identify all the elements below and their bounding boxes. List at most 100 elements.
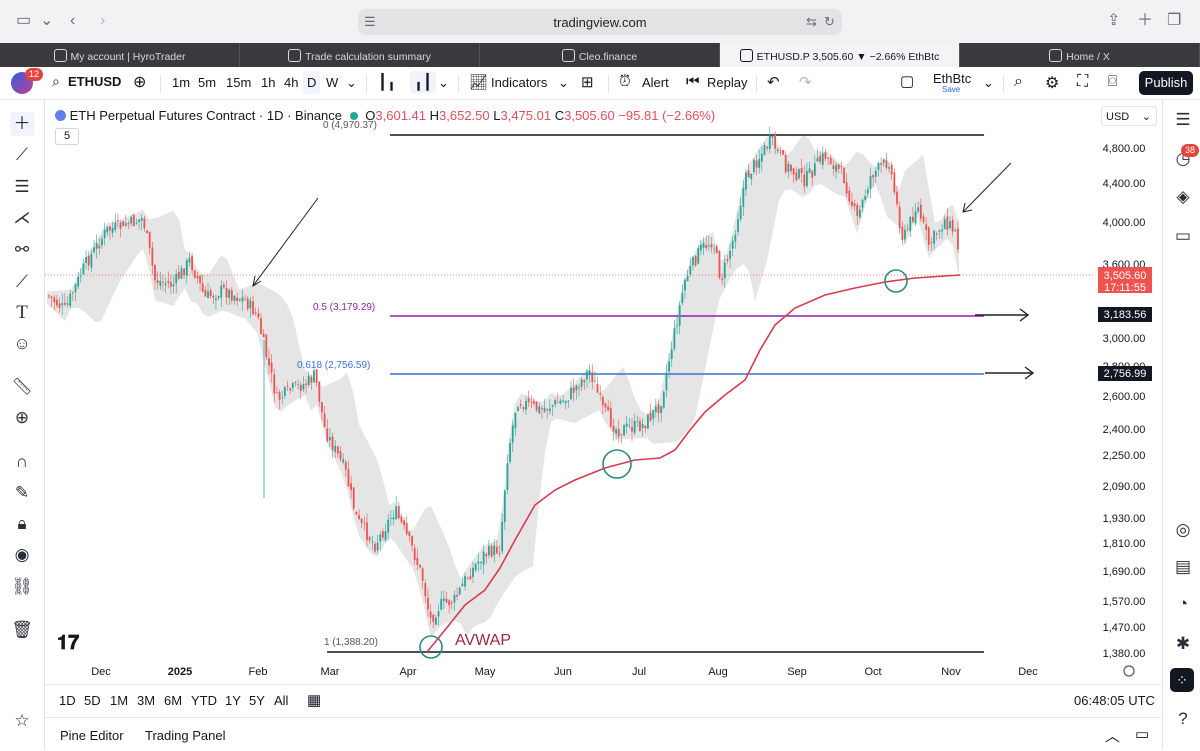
sidebar-icon[interactable]: ▭ [16, 11, 31, 31]
compare-plus-icon[interactable]: ⊕ [133, 72, 146, 92]
collapse-chevron-icon[interactable]: ︿ [1105, 725, 1120, 746]
layers-icon[interactable]: ◈ [1171, 185, 1195, 209]
bar-countdown: 17:11:55 [1104, 282, 1146, 294]
camera-icon[interactable]: ⌼ [1108, 73, 1117, 90]
candles-icon[interactable]: ┃╻ [378, 73, 396, 91]
quick-search-icon[interactable]: ⌕ [1014, 73, 1023, 91]
tab-cleo[interactable]: Cleo.finance [480, 43, 720, 67]
time-tick-label: Apr [399, 666, 416, 678]
layout-name[interactable]: EthBtc [933, 71, 971, 86]
bar-style-icon[interactable]: ╻┃ [410, 71, 437, 93]
range-5d[interactable]: 5D [84, 693, 101, 708]
replay-button[interactable]: Replay [707, 75, 747, 90]
range-1m[interactable]: 1M [110, 693, 128, 708]
text-tool-icon[interactable]: T [10, 301, 34, 325]
share-icon[interactable]: ⇪ [1107, 11, 1120, 31]
interval-5m[interactable]: 5m [198, 75, 216, 90]
pitchfork-icon[interactable]: ⋌ [10, 206, 34, 230]
layout-save-label[interactable]: Save [942, 85, 960, 94]
calendar-icon[interactable]: ▤ [1171, 555, 1195, 579]
time-tick-label: May [475, 666, 496, 678]
back-icon[interactable]: ‹ [70, 11, 75, 31]
indicators-toggle[interactable]: 5 [55, 128, 79, 145]
tab-hyrotrader[interactable]: My account | HyroTrader [0, 43, 240, 67]
time-tick-label: Jun [554, 666, 572, 678]
link-icon[interactable]: ⛓ [10, 575, 34, 599]
indicators-button[interactable]: Indicators [491, 75, 547, 90]
tradingview-logo[interactable]: 𝟏𝟕 [57, 632, 79, 655]
price-tick-label: 2,600.00 [1103, 391, 1146, 403]
fullscreen-icon[interactable]: ⛶ [1077, 73, 1088, 91]
time-tick-label: Aug [708, 666, 728, 678]
range-1d[interactable]: 1D [59, 693, 76, 708]
emoji-icon[interactable]: ☺ [10, 332, 34, 356]
star-icon[interactable]: ☆ [10, 709, 34, 733]
apps-grid-icon[interactable]: ⁘ [1170, 668, 1194, 692]
interval-w[interactable]: W [326, 75, 338, 90]
horizontal-lines-icon[interactable]: ☰ [10, 175, 34, 199]
ruler-icon[interactable]: 📏︎ [10, 375, 34, 399]
tab-ethusd[interactable]: ETHUSD.P 3,505.60 ▼ −2.66% EthBtc [720, 43, 960, 67]
range-all[interactable]: All [274, 693, 288, 708]
bottom-panel-bar: Pine Editor Trading Panel ︿ ▭ [45, 717, 1161, 751]
templates-grid-icon[interactable]: ⊞ [581, 73, 594, 91]
address-bar[interactable]: ☰ tradingview.com ⇆ ↻ [358, 9, 842, 35]
lock-icon[interactable]: 🔒︎ [10, 512, 34, 536]
candle [662, 390, 665, 410]
undo-icon[interactable]: ↶ [767, 73, 780, 91]
reload-icon[interactable]: ↻ [824, 12, 835, 32]
range-1y[interactable]: 1Y [225, 693, 241, 708]
zoom-in-icon[interactable]: ⊕ [10, 406, 34, 430]
interval-1h[interactable]: 1h [261, 75, 275, 90]
pencil-lock-icon[interactable]: ✎ [10, 481, 34, 505]
target-icon[interactable]: ◎ [1171, 518, 1195, 542]
pine-editor-tab[interactable]: Pine Editor [60, 728, 124, 743]
settings-gear-icon[interactable]: ⚙ [1045, 73, 1059, 93]
interval-15m[interactable]: 15m [226, 75, 251, 90]
help-icon[interactable]: ? [1171, 707, 1195, 731]
trading-panel-tab[interactable]: Trading Panel [145, 728, 225, 743]
range-6m[interactable]: 6M [164, 693, 182, 708]
trash-icon[interactable]: 🗑︎ [10, 618, 34, 642]
redo-icon[interactable]: ↷ [799, 73, 812, 91]
translate-icon[interactable]: ⇆ [806, 12, 817, 32]
range-3m[interactable]: 3M [137, 693, 155, 708]
symbol-search[interactable]: ETHUSD [68, 74, 121, 89]
chevron-down-icon[interactable]: ⌄ [558, 75, 569, 91]
chevron-down-icon[interactable]: ⌄ [346, 75, 357, 91]
alert-button[interactable]: Alert [642, 75, 669, 90]
tab-x-home[interactable]: Home / X [960, 43, 1200, 67]
trendline-icon[interactable]: ⟋ [10, 143, 34, 167]
maximize-panel-icon[interactable]: ▭ [1135, 725, 1149, 743]
eye-icon[interactable]: ◉ [10, 543, 34, 567]
legend-title[interactable]: ETH Perpetual Futures Contract · 1D · Bi… [70, 108, 342, 123]
interval-1m[interactable]: 1m [172, 75, 190, 90]
range-5y[interactable]: 5Y [249, 693, 265, 708]
magnet-icon[interactable]: ∩ [10, 450, 34, 474]
brush-icon[interactable]: ⟋ [10, 270, 34, 294]
signal-icon[interactable]: ◔ [1171, 592, 1195, 616]
publish-button[interactable]: Publish [1139, 71, 1193, 95]
chevron-down-icon[interactable]: ⌄ [40, 11, 53, 31]
chevron-down-icon[interactable]: ⌄ [438, 75, 449, 91]
layout-icon[interactable]: ▢ [900, 72, 914, 90]
chat-icon[interactable]: ▭ [1171, 224, 1195, 248]
tab-label: Trade calculation summary [305, 51, 431, 63]
web-icon[interactable]: ✱ [1171, 632, 1195, 656]
tabs-overview-icon[interactable]: ❐ [1167, 11, 1181, 31]
crosshair-icon[interactable]: ＋ [10, 112, 34, 136]
patterns-icon[interactable]: ⚯ [10, 238, 34, 262]
date-range-icon[interactable]: ▦ [307, 691, 321, 709]
price-chart[interactable]: 0 (4,970.37) 0.5 (3,179.29) 0.618 (2,756… [45, 100, 1161, 684]
currency-select[interactable]: USD ⌄ [1101, 106, 1157, 126]
utc-clock[interactable]: 06:48:05 UTC [1074, 693, 1155, 708]
watchlist-icon[interactable]: ☰ [1171, 108, 1195, 132]
interval-4h[interactable]: 4h [284, 75, 298, 90]
chevron-down-icon[interactable]: ⌄ [983, 75, 994, 91]
new-tab-icon[interactable]: ＋ [1137, 11, 1153, 31]
range-ytd[interactable]: YTD [191, 693, 217, 708]
axis-settings-icon[interactable] [1123, 665, 1135, 677]
forward-icon[interactable]: › [100, 11, 105, 31]
tab-trade-calculation[interactable]: Trade calculation summary [240, 43, 480, 67]
interval-d[interactable]: D [303, 71, 321, 94]
